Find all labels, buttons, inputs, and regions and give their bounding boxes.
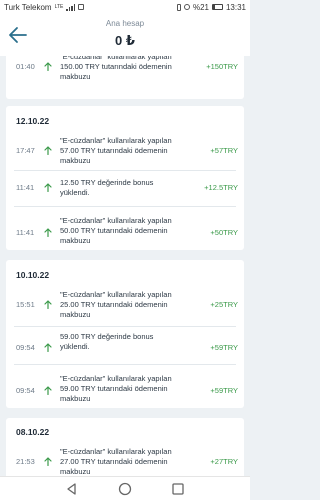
transaction-time: 21:53 <box>16 457 35 466</box>
day-card: 10.10.22 15:51 "E-cüzdanlar" kullanılara… <box>6 260 244 408</box>
transaction-description: 59.00 TRY değerinde bonus yüklendi. <box>60 332 154 351</box>
transaction-row[interactable]: 09:54 "E-cüzdanlar" kullanılarak yapılan… <box>6 366 244 404</box>
transaction-row[interactable]: 01:40 "E-cüzdanlar" kullanılarak yapılan… <box>6 56 244 92</box>
alarm-icon <box>183 4 190 10</box>
battery-icon <box>211 4 223 10</box>
transaction-description: "E-cüzdanlar" kullanılarak yapılan 50.00… <box>60 216 172 245</box>
arrow-up-icon <box>44 386 52 395</box>
triangle-back-icon <box>67 483 76 495</box>
day-header-date: 08.10.22 <box>16 427 50 437</box>
transaction-description: 12.50 TRY değerinde bonus yüklendi. <box>60 178 154 197</box>
transaction-time: 11:41 <box>16 228 35 237</box>
transaction-amount: +57TRY <box>210 146 238 155</box>
account-balance: 0 ₺ <box>115 33 135 48</box>
transaction-amount: +50TRY <box>210 228 238 237</box>
arrow-up-icon <box>44 228 52 237</box>
day-header-date: 10.10.22 <box>16 270 50 280</box>
network-type-label: LTE <box>54 4 64 10</box>
transaction-history[interactable]: 01:40 "E-cüzdanlar" kullanılarak yapılan… <box>0 56 250 476</box>
system-nav-bar <box>0 476 250 500</box>
nav-back-button[interactable] <box>64 481 80 497</box>
arrow-up-icon <box>44 183 52 192</box>
transaction-row[interactable]: 15:51 "E-cüzdanlar" kullanılarak yapılan… <box>6 288 244 324</box>
battery-percent: %21 <box>192 2 209 12</box>
row-divider <box>14 170 236 171</box>
transaction-amount: +59TRY <box>210 386 238 395</box>
arrow-up-icon <box>44 457 52 466</box>
row-divider <box>14 364 236 365</box>
transaction-description: "E-cüzdanlar" kullanılarak yapılan 25.00… <box>60 290 172 319</box>
transaction-description: "E-cüzdanlar" kullanılarak yapılan 57.00… <box>60 136 172 165</box>
arrow-up-icon <box>44 146 52 155</box>
app-header: Ana hesap 0 ₺ <box>0 14 250 56</box>
transaction-time: 17:47 <box>16 146 35 155</box>
transaction-description: "E-cüzdanlar" kullanılarak yapılan 150.0… <box>60 56 172 81</box>
transaction-row[interactable]: 17:47 "E-cüzdanlar" kullanılarak yapılan… <box>6 134 244 168</box>
arrow-up-icon <box>44 62 52 71</box>
transaction-row[interactable]: 11:41 "E-cüzdanlar" kullanılarak yapılan… <box>6 208 244 246</box>
transaction-description: "E-cüzdanlar" kullanılarak yapılan 27.00… <box>60 447 172 476</box>
transaction-amount: +150TRY <box>206 62 238 71</box>
transaction-amount: +59TRY <box>210 343 238 352</box>
transaction-amount: +27TRY <box>210 457 238 466</box>
row-divider <box>14 326 236 327</box>
page-title: Ana hesap <box>105 19 145 28</box>
arrow-up-icon <box>44 343 52 352</box>
transaction-amount: +12.5TRY <box>204 183 238 192</box>
day-card: 08.10.22 21:53 "E-cüzdanlar" kullanılara… <box>6 418 244 476</box>
day-header-date: 12.10.22 <box>16 116 50 126</box>
row-divider <box>14 206 236 207</box>
transaction-row[interactable]: 11:41 12.50 TRY değerinde bonus yüklendi… <box>6 172 244 204</box>
nav-home-button[interactable] <box>117 481 133 497</box>
transaction-time: 15:51 <box>16 300 35 309</box>
arrow-up-icon <box>44 300 52 309</box>
transaction-row[interactable]: 09:54 59.00 TRY değerinde bonus yüklendi… <box>6 328 244 362</box>
day-card: 01:40 "E-cüzdanlar" kullanılarak yapılan… <box>6 56 244 99</box>
transaction-time: 09:54 <box>16 386 35 395</box>
nav-recent-button[interactable] <box>170 481 186 497</box>
carrier-label: Turk Telekom <box>4 2 52 12</box>
circle-home-icon <box>118 482 132 496</box>
transaction-amount: +25TRY <box>210 300 238 309</box>
notification-icon <box>78 4 85 10</box>
transaction-time: 11:41 <box>16 183 35 192</box>
vibrate-icon <box>176 3 181 11</box>
transaction-time: 01:40 <box>16 62 35 71</box>
transaction-time: 09:54 <box>16 343 35 352</box>
transaction-row[interactable]: 21:53 "E-cüzdanlar" kullanılarak yapılan… <box>6 444 244 476</box>
square-recent-icon <box>172 483 184 495</box>
transaction-description: "E-cüzdanlar" kullanılarak yapılan 59.00… <box>60 374 172 403</box>
clock: 13:31 <box>225 2 246 12</box>
status-bar: Turk Telekom LTE %21 13:31 <box>0 0 250 14</box>
day-card: 12.10.22 17:47 "E-cüzdanlar" kullanılara… <box>6 106 244 250</box>
signal-icon <box>66 3 76 11</box>
